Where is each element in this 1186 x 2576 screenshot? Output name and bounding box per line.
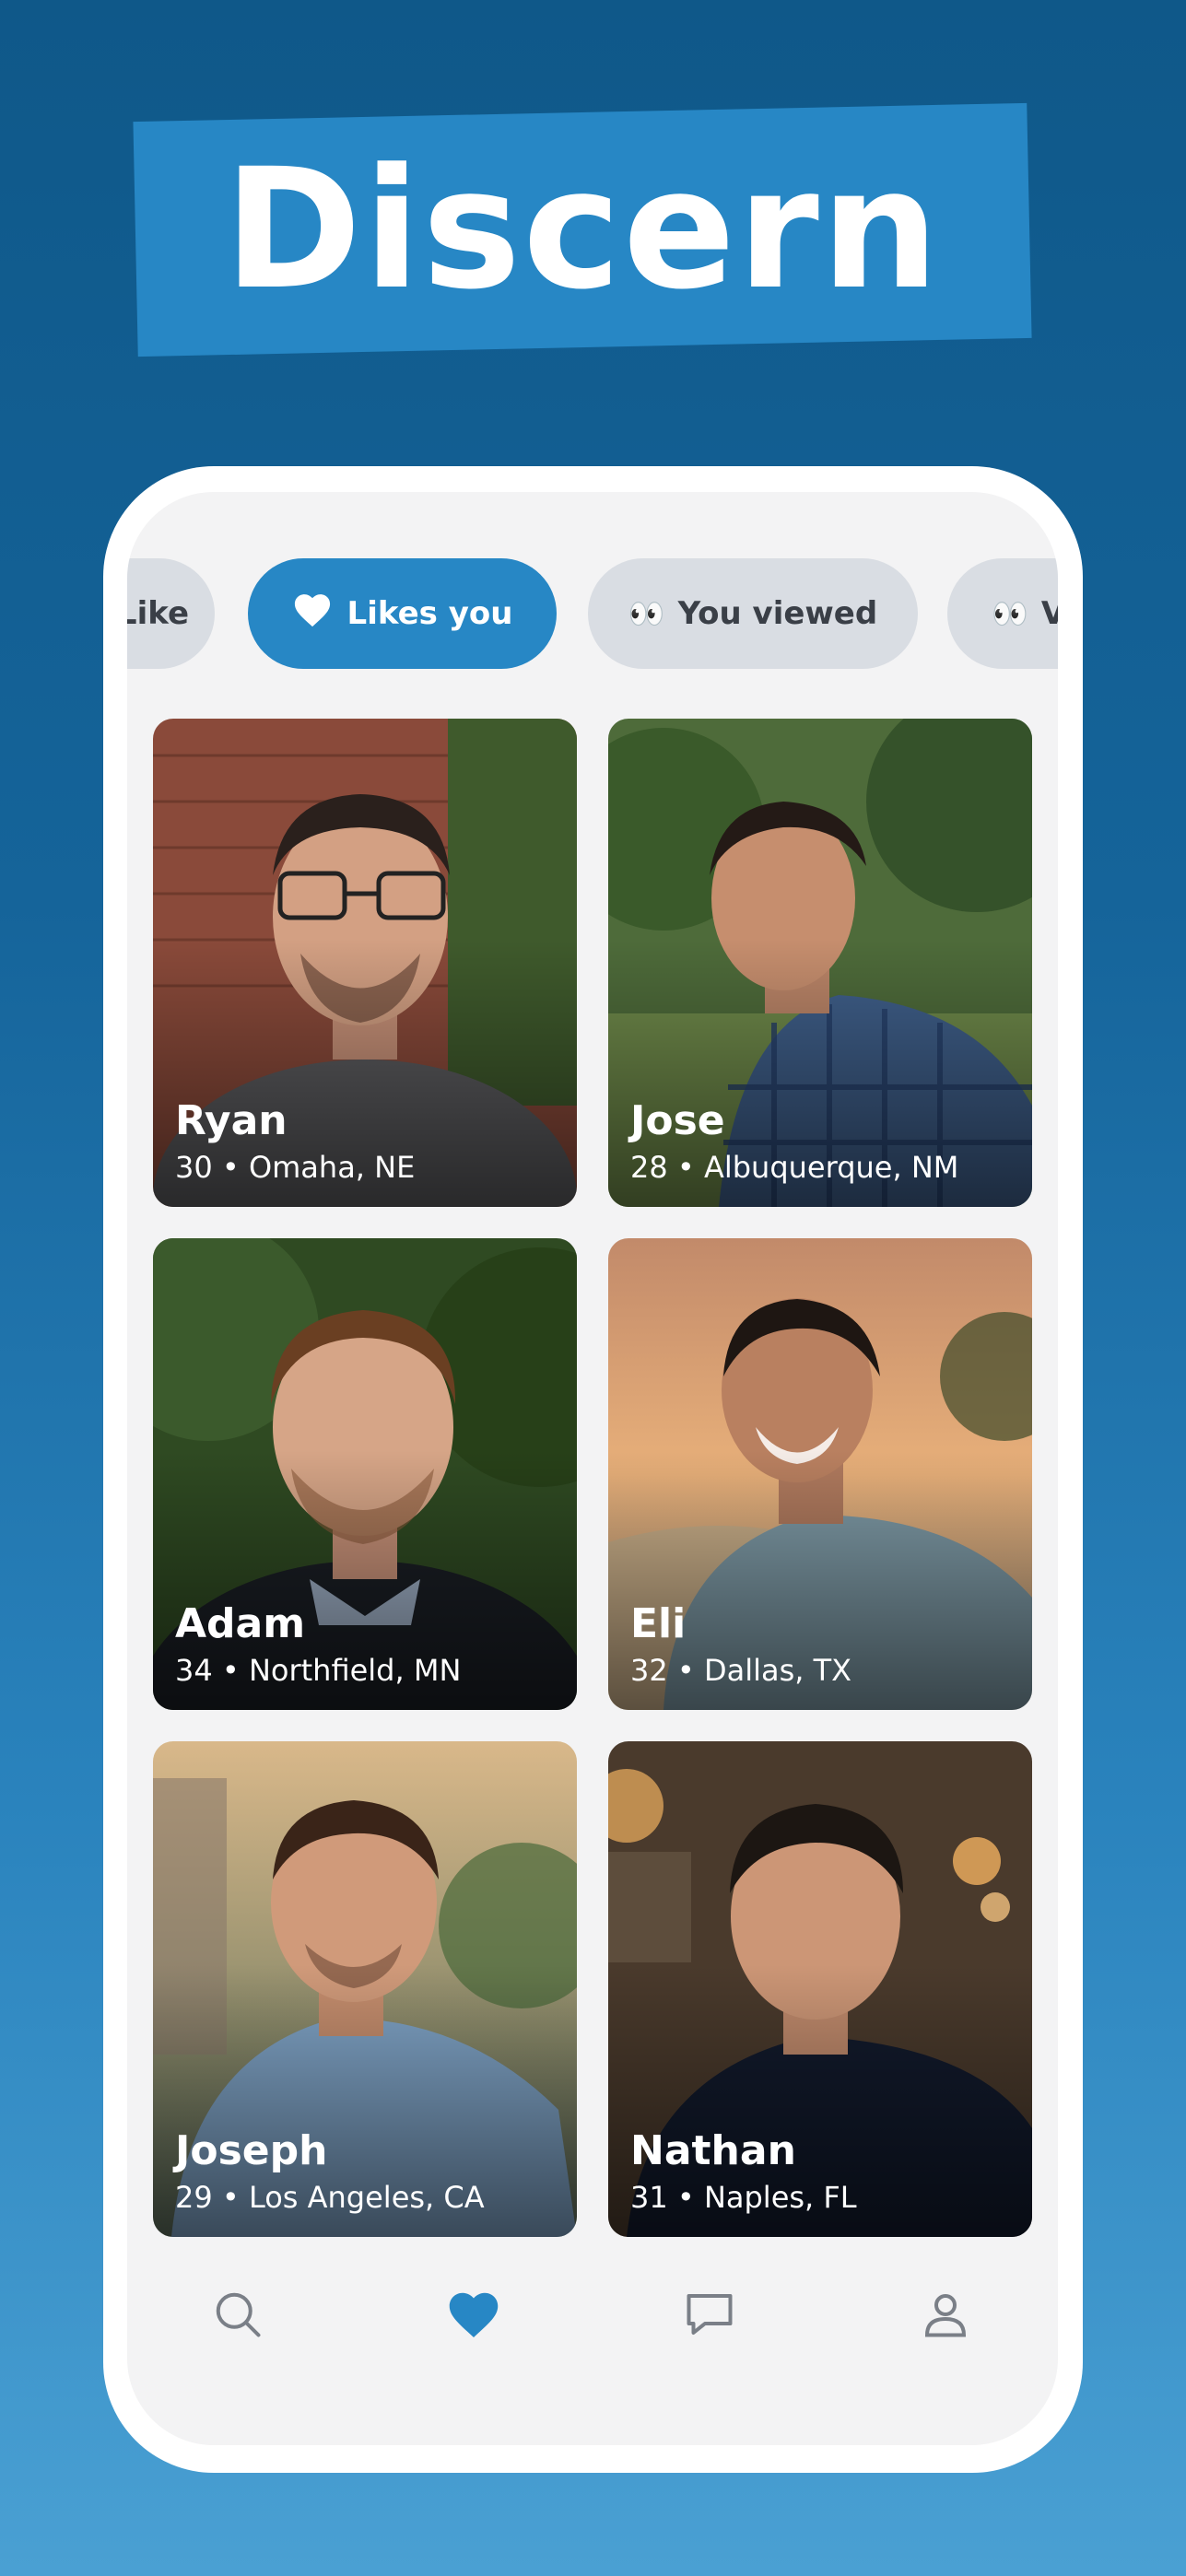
tab-label: Viewed you <box>1040 595 1058 632</box>
profile-card[interactable]: Adam 34 • Northfield, MN <box>153 1238 577 1710</box>
chat-icon <box>681 2287 738 2346</box>
profile-name: Adam <box>175 1600 306 1647</box>
profile-card[interactable]: Nathan 31 • Naples, FL <box>608 1741 1032 2237</box>
tab-viewed-you[interactable]: 👀 Viewed you <box>947 558 1058 669</box>
profile-name: Joseph <box>175 2127 328 2174</box>
profile-name: Jose <box>630 1097 725 1144</box>
profile-meta: 32 • Dallas, TX <box>630 1653 852 1688</box>
profile-name: Nathan <box>630 2127 796 2174</box>
app-title: Discern <box>224 134 941 327</box>
nav-search[interactable] <box>201 2279 275 2353</box>
profile-card[interactable]: Jose 28 • Albuquerque, NM <box>608 719 1032 1207</box>
eyes-icon: 👀 <box>628 596 665 631</box>
heart-icon <box>446 2289 501 2344</box>
nav-messages[interactable] <box>673 2279 746 2353</box>
filter-tabs: Like Likes you 👀 You viewed 👀 Viewed you <box>127 558 1058 669</box>
heart-icon <box>292 591 333 637</box>
profile-icon <box>918 2287 973 2346</box>
bottom-nav <box>127 2261 1058 2362</box>
profile-meta: 34 • Northfield, MN <box>175 1653 462 1688</box>
profile-card[interactable]: Joseph 29 • Los Angeles, CA <box>153 1741 577 2237</box>
eyes-icon: 👀 <box>992 596 1028 631</box>
title-banner: Discern <box>133 102 1032 357</box>
profile-name: Ryan <box>175 1097 288 1144</box>
profile-name: Eli <box>630 1600 687 1647</box>
tab-label: You viewed <box>677 595 878 632</box>
tab-you-viewed[interactable]: 👀 You viewed <box>588 558 918 669</box>
tab-label: Like <box>127 595 189 632</box>
profile-card[interactable]: Ryan 30 • Omaha, NE <box>153 719 577 1207</box>
profile-meta: 28 • Albuquerque, NM <box>630 1150 959 1185</box>
tab-likes-you[interactable]: Likes you <box>248 558 557 669</box>
tab-like[interactable]: Like <box>127 558 215 669</box>
nav-profile[interactable] <box>909 2279 982 2353</box>
search-icon <box>210 2287 265 2346</box>
app-screen: Like Likes you 👀 You viewed 👀 Viewed you <box>127 492 1058 2445</box>
profile-card[interactable]: Eli 32 • Dallas, TX <box>608 1238 1032 1710</box>
nav-likes[interactable] <box>437 2279 511 2353</box>
tab-label: Likes you <box>346 595 513 632</box>
profile-meta: 29 • Los Angeles, CA <box>175 2180 485 2215</box>
profile-meta: 30 • Omaha, NE <box>175 1150 416 1185</box>
profile-meta: 31 • Naples, FL <box>630 2180 857 2215</box>
